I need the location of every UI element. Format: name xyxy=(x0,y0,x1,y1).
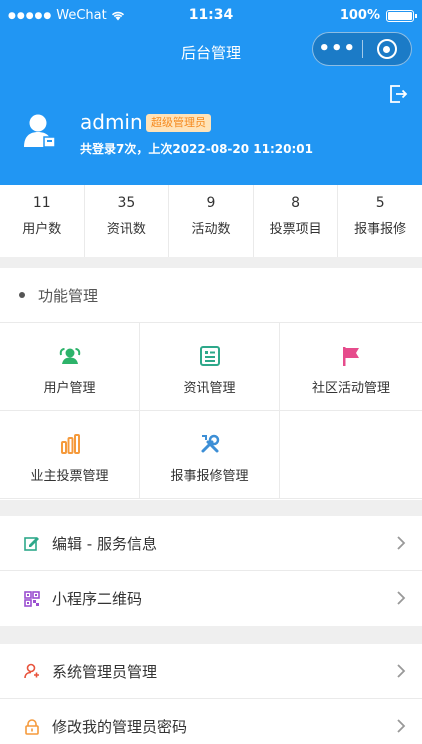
stat-activities[interactable]: 9 活动数 xyxy=(169,185,254,257)
function-label: 用户管理 xyxy=(43,381,96,396)
function-label: 社区活动管理 xyxy=(311,381,390,396)
close-miniprogram-button[interactable] xyxy=(363,39,412,59)
stat-value: 8 xyxy=(291,195,301,211)
function-grid: 用户管理 资讯管理 社区活动管理 业主投票管理 报事报修管理 xyxy=(0,323,422,499)
battery-icon xyxy=(386,9,417,22)
stat-label: 投票项目 xyxy=(269,222,322,237)
miniprogram-qrcode-item[interactable]: 小程序二维码 xyxy=(0,571,422,626)
battery-percent: 100% xyxy=(339,8,380,23)
target-icon xyxy=(376,39,397,59)
settings-list-2: 系统管理员管理 修改我的管理员密码 xyxy=(0,644,422,744)
list-item-label: 编辑 - 服务信息 xyxy=(52,534,157,553)
news-management-button[interactable]: 资讯管理 xyxy=(140,323,280,411)
stat-users[interactable]: 11 用户数 xyxy=(0,185,85,257)
status-bar: ●●●●● WeChat 11:34 100% xyxy=(0,0,422,32)
logout-icon[interactable] xyxy=(388,84,408,104)
list-item-label: 系统管理员管理 xyxy=(52,662,158,681)
list-item-label: 小程序二维码 xyxy=(52,590,143,608)
role-badge: 超级管理员 xyxy=(146,114,211,132)
function-label: 资讯管理 xyxy=(183,381,236,396)
stat-label: 用户数 xyxy=(22,222,62,237)
chevron-right-icon xyxy=(397,664,406,678)
stat-label: 报事报修 xyxy=(354,222,407,237)
chevron-right-icon xyxy=(397,719,406,733)
nav-bar: 后台管理 ••• xyxy=(0,32,422,74)
owner-vote-button[interactable]: 业主投票管理 xyxy=(0,411,140,499)
users-icon xyxy=(59,348,80,364)
stat-news[interactable]: 35 资讯数 xyxy=(85,185,170,257)
edit-icon xyxy=(24,537,39,551)
change-password-item[interactable]: 修改我的管理员密码 xyxy=(0,699,422,744)
bar-chart-icon xyxy=(60,434,80,454)
community-activity-button[interactable]: 社区活动管理 xyxy=(280,323,422,411)
stat-value: 5 xyxy=(375,195,385,211)
stat-value: 9 xyxy=(206,195,216,211)
login-info: 共登录7次，上次2022-08-20 11:20:01 xyxy=(80,142,313,156)
edit-service-info-item[interactable]: 编辑 - 服务信息 xyxy=(0,516,422,571)
stat-value: 11 xyxy=(32,195,51,211)
list-item-label: 修改我的管理员密码 xyxy=(52,718,188,736)
stat-label: 活动数 xyxy=(191,222,231,237)
bullet-icon xyxy=(19,292,25,298)
repair-management-button[interactable]: 报事报修管理 xyxy=(140,411,280,499)
function-section: 功能管理 用户管理 资讯管理 社区活动管理 业主投票管理 报事报修管理 xyxy=(0,268,422,500)
system-admin-management-item[interactable]: 系统管理员管理 xyxy=(0,644,422,699)
function-label: 报事报修管理 xyxy=(170,469,249,484)
stats-bar: 11 用户数 35 资讯数 9 活动数 8 投票项目 5 报事报修 xyxy=(0,185,422,257)
function-label: 业主投票管理 xyxy=(30,469,109,484)
more-icon[interactable]: ••• xyxy=(313,32,362,66)
lock-icon xyxy=(25,718,39,735)
news-icon xyxy=(199,346,220,366)
empty-cell xyxy=(280,411,422,499)
settings-list-1: 编辑 - 服务信息 小程序二维码 xyxy=(0,516,422,626)
username: admin xyxy=(80,110,143,134)
avatar-icon xyxy=(24,114,56,148)
profile-header: admin 超级管理员 共登录7次，上次2022-08-20 11:20:01 xyxy=(0,74,422,185)
battery-group: 100% xyxy=(339,8,417,23)
user-management-button[interactable]: 用户管理 xyxy=(0,323,140,411)
function-section-title: 功能管理 xyxy=(38,286,99,305)
flag-icon xyxy=(343,347,359,366)
stat-label: 资讯数 xyxy=(106,222,146,237)
admin-user-icon xyxy=(24,663,39,679)
function-section-header: 功能管理 xyxy=(0,268,422,323)
stat-votes[interactable]: 8 投票项目 xyxy=(254,185,339,257)
chevron-right-icon xyxy=(397,536,406,550)
qrcode-icon xyxy=(24,590,40,607)
miniprogram-capsule: ••• xyxy=(312,32,412,66)
stat-value: 35 xyxy=(117,195,136,211)
tools-icon xyxy=(201,434,219,453)
stat-repairs[interactable]: 5 报事报修 xyxy=(338,185,422,257)
chevron-right-icon xyxy=(397,591,406,605)
